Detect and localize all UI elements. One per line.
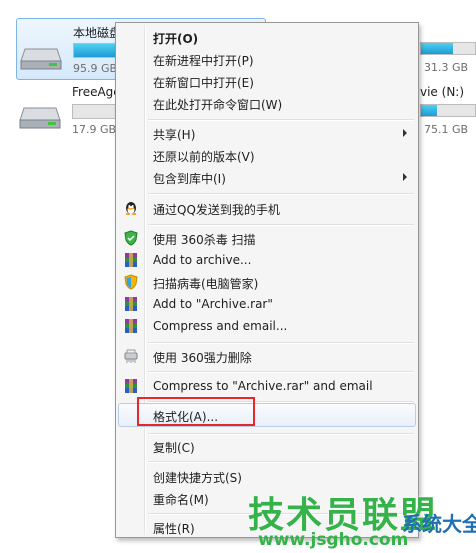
drive-name: vie (N:) [420,85,465,99]
drive-name: FreeAge [72,85,121,99]
menu-item-open[interactable]: 打开(O) [118,26,416,48]
menu-item-label: Add to archive... [153,253,252,267]
drive-tile-right-1[interactable]: 31.3 GB [420,18,476,78]
menu-item-label: 包含到库中(I) [153,172,226,186]
menu-item-restore-previous[interactable]: 还原以前的版本(V) [118,144,416,166]
menu-item-label: 创建快捷方式(S) [153,471,242,485]
menu-item-copy[interactable]: 复制(C) [118,435,416,457]
menu-item-label: 使用 360强力删除 [153,351,252,365]
menu-item-compress-email[interactable]: Compress and email... [118,315,416,337]
menu-item-label: 还原以前的版本(V) [153,150,255,164]
menu-item-label: 在新窗口中打开(E) [153,76,254,90]
menu-item-label: 共享(H) [153,128,196,142]
menu-item-label: 在此处打开命令窗口(W) [153,98,283,112]
menu-item-send-qq-phone[interactable]: 通过QQ发送到我的手机 [118,197,416,219]
menu-separator [148,461,414,463]
menu-item-label: 使用 360杀毒 扫描 [153,233,256,247]
menu-separator [148,371,414,373]
menu-separator [148,342,414,344]
menu-item-label: 在新进程中打开(P) [153,54,254,68]
menu-item-label: Add to "Archive.rar" [153,297,273,311]
menu-item-scan-pc-manager[interactable]: 扫描病毒(电脑管家) [118,271,416,293]
menu-separator [148,119,414,121]
drive-name: 本地磁盘 [73,26,122,40]
winrar-icon [125,379,137,393]
menu-item-label: 打开(O) [153,32,199,46]
winrar-icon [125,297,137,311]
menu-item-add-to-archive-rar[interactable]: Add to "Archive.rar" [118,293,416,315]
shield-icon [124,230,138,246]
drive-size: 75.1 GB [424,123,469,136]
menu-item-open-cmd-here[interactable]: 在此处打开命令窗口(W) [118,92,416,114]
menu-item-force-delete-360[interactable]: 使用 360强力删除 [118,345,416,367]
menu-item-label: 扫描病毒(电脑管家) [153,277,259,291]
context-menu: 打开(O) 在新进程中打开(P) 在新窗口中打开(E) 在此处打开命令窗口(W)… [115,22,419,538]
annotation-highlight-box [137,397,255,426]
menu-item-label: Compress to "Archive.rar" and email [153,379,373,393]
winrar-icon [125,319,137,333]
shredder-icon [124,349,138,363]
menu-item-open-new-window[interactable]: 在新窗口中打开(E) [118,70,416,92]
hard-drive-icon [20,48,62,70]
menu-separator [148,193,414,195]
menu-item-create-shortcut[interactable]: 创建快捷方式(S) [118,465,416,487]
menu-separator [148,224,414,226]
pc-manager-shield-icon [124,274,138,290]
watermark: 技术员联盟 系统大全 www.jsgho.com [244,486,476,553]
submenu-arrow-icon [403,129,407,137]
menu-item-include-library[interactable]: 包含到库中(I) [118,166,416,188]
drive-tile-right-2[interactable]: vie (N:) 75.1 GB [420,80,476,140]
qq-penguin-icon [126,202,136,215]
menu-item-label: 通过QQ发送到我的手机 [153,203,280,217]
drive-size: 95.9 GB [73,62,118,75]
submenu-arrow-icon [403,173,407,181]
menu-item-compress-rar-email[interactable]: Compress to "Archive.rar" and email [118,375,416,397]
menu-item-open-new-process[interactable]: 在新进程中打开(P) [118,48,416,70]
menu-item-label: Compress and email... [153,319,288,333]
drive-size: 31.3 GB [424,61,469,74]
menu-item-add-to-archive[interactable]: Add to archive... [118,249,416,271]
menu-item-label: 重命名(M) [153,493,209,507]
winrar-icon [125,253,137,267]
menu-item-label: 复制(C) [153,441,195,455]
menu-item-label: 属性(R) [153,522,195,536]
menu-item-share[interactable]: 共享(H) [118,122,416,144]
drive-size: 17.9 GB [72,123,117,136]
menu-item-scan-360[interactable]: 使用 360杀毒 扫描 [118,227,416,249]
hard-drive-icon [19,107,61,129]
watermark-url: www.jsgho.com [258,530,409,550]
watermark-side-text: 系统大全 [402,512,476,536]
